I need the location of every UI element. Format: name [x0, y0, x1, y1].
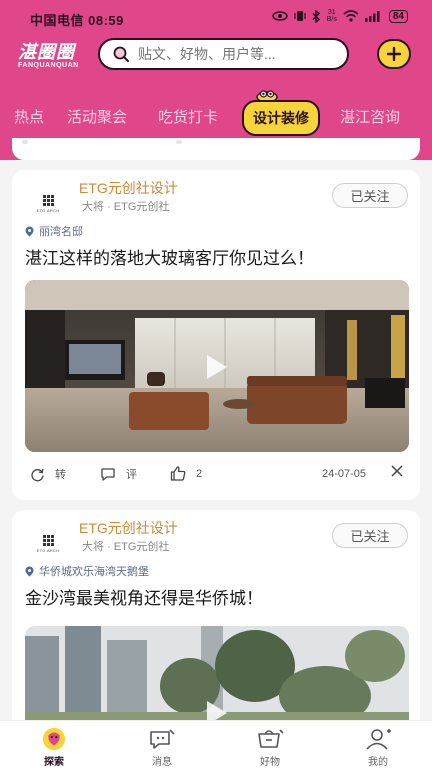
post-title[interactable]: 金沙湾最美视角还得是华侨城！: [25, 584, 263, 609]
bottom-nav: 探索 消息 好物 我的: [0, 720, 432, 768]
battery-indicator: 84: [388, 9, 408, 23]
play-icon[interactable]: [205, 354, 229, 380]
plus-icon: [386, 46, 402, 62]
search-input[interactable]: [138, 46, 328, 62]
comment-button[interactable]: 评: [100, 466, 137, 482]
tab-design-decor[interactable]: 设计装修: [242, 100, 320, 136]
bluetooth-icon: [312, 9, 320, 23]
comment-icon: [101, 468, 115, 481]
close-icon[interactable]: [390, 464, 404, 478]
follow-button[interactable]: 已关注: [332, 523, 408, 548]
top-banner: 中国电信 08:59 31 B/s 84 湛圈圈 FANQUANQUAN 贴文、…: [0, 0, 432, 160]
category-tabs: 热点 活动聚会 吃货打卡 设计装修 湛江咨询: [0, 96, 432, 136]
author-org: · ETG元创社: [107, 541, 170, 553]
avatar[interactable]: ETG ARCH: [26, 182, 70, 226]
tab-zhanjiang-news[interactable]: 湛江咨询: [340, 106, 400, 127]
ghost-icon: [176, 140, 182, 144]
location-tag[interactable]: 丽湾名邸: [25, 223, 83, 239]
post-title[interactable]: 湛江这样的落地大玻璃客厅你见过么！: [25, 244, 314, 269]
location-tag[interactable]: 华侨城欢乐海湾天鹅堡: [25, 563, 149, 579]
status-bar: 中国电信 08:59 31 B/s 84: [0, 0, 432, 34]
author-name[interactable]: ETG元创社设计: [79, 178, 178, 198]
nav-explore[interactable]: 探索: [24, 721, 84, 768]
nav-messages-label: 消息: [152, 757, 172, 768]
thumbs-up-icon: [170, 466, 186, 481]
repost-label: 转: [55, 469, 66, 481]
location-text: 丽湾名邸: [39, 226, 83, 238]
repost-button[interactable]: 转: [30, 466, 66, 482]
wifi-icon: [343, 10, 359, 22]
create-post-button[interactable]: [377, 39, 411, 69]
post-video[interactable]: [25, 626, 409, 730]
follow-button[interactable]: 已关注: [332, 183, 408, 208]
nav-messages[interactable]: 消息: [132, 721, 192, 768]
status-icons: 31 B/s 84: [271, 9, 408, 23]
location-text: 华侨城欢乐海湾天鹅堡: [39, 566, 149, 578]
message-bubble-icon: [150, 729, 175, 749]
app-logo[interactable]: 湛圈圈 FANQUANQUAN: [18, 38, 79, 69]
shopping-basket-icon: [258, 729, 284, 748]
ghost-icon: [22, 140, 28, 144]
location-pin-icon: [25, 566, 34, 576]
post-card[interactable]: ETG ARCH ETG元创社设计 大将 · ETG元创社 已关注 丽湾名邸 湛…: [12, 170, 420, 500]
author-org: · ETG元创社: [107, 201, 170, 213]
search-icon: [113, 46, 129, 62]
nav-explore-label: 探索: [44, 757, 64, 768]
tab-hot[interactable]: 热点: [14, 106, 44, 127]
nav-goods-label: 好物: [260, 757, 280, 768]
post-date: 24-07-05: [322, 468, 367, 480]
user-icon: [366, 729, 391, 750]
nav-me-label: 我的: [368, 757, 388, 768]
location-pin-icon: [25, 226, 34, 236]
avatar-logo-icon: [42, 195, 54, 206]
author-rank: 大将: [82, 201, 104, 213]
post-card[interactable]: ETG ARCH ETG元创社设计 大将 · ETG元创社 已关注 华侨城欢乐海…: [12, 510, 420, 730]
author-meta: 大将 · ETG元创社: [82, 198, 169, 214]
net-speed: 31 B/s: [326, 9, 337, 23]
tab-food-checkin[interactable]: 吃货打卡: [158, 106, 218, 127]
carrier-time: 中国电信 08:59: [30, 13, 124, 28]
avatar[interactable]: ETG ARCH: [26, 522, 70, 566]
vibrate-icon: [294, 11, 306, 21]
comment-label: 评: [126, 469, 137, 481]
tab-events[interactable]: 活动聚会: [67, 106, 127, 127]
author-rank: 大将: [82, 541, 104, 553]
explore-mascot-icon: [42, 727, 66, 751]
author-name[interactable]: ETG元创社设计: [79, 518, 178, 538]
like-button[interactable]: 2: [170, 466, 202, 481]
search-bar[interactable]: [98, 38, 349, 70]
post-actions: 转 评 2 24-07-05: [12, 464, 420, 488]
post-video[interactable]: [25, 280, 409, 452]
eye-icon: [271, 11, 288, 21]
avatar-logo-icon: [42, 535, 54, 546]
nav-me[interactable]: 我的: [348, 721, 408, 768]
nav-goods[interactable]: 好物: [240, 721, 300, 768]
app-header: 湛圈圈 FANQUANQUAN: [0, 36, 432, 76]
repost-icon: [31, 468, 44, 481]
previous-post-card[interactable]: [12, 138, 420, 160]
like-count: 2: [196, 467, 203, 480]
author-meta: 大将 · ETG元创社: [82, 538, 169, 554]
signal-icon: [364, 11, 380, 22]
